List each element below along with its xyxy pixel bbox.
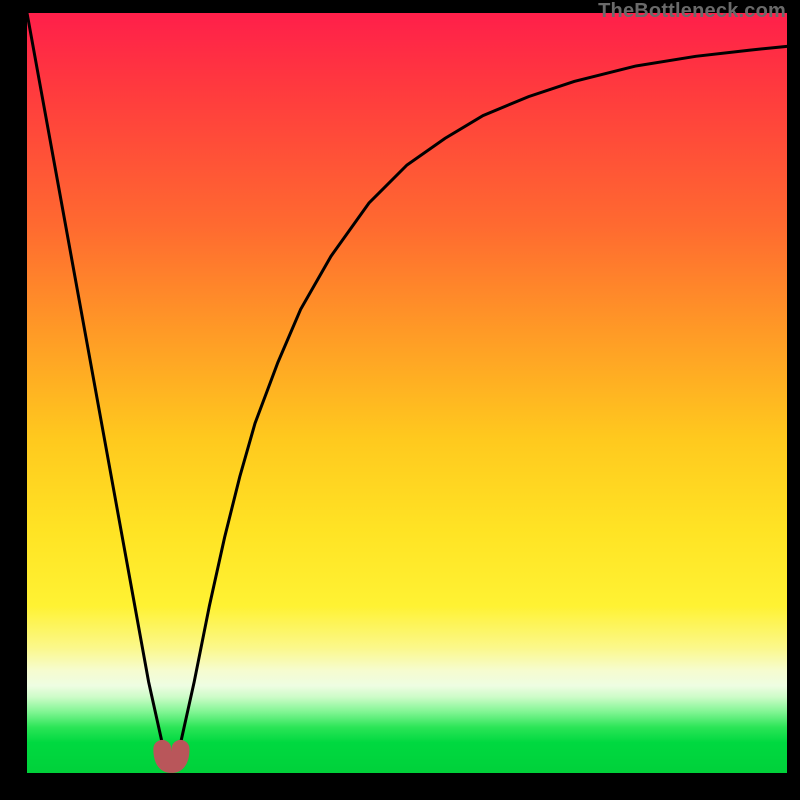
chart-frame: TheBottleneck.com	[0, 0, 800, 800]
optimum-marker	[27, 13, 787, 773]
marker-path	[162, 749, 180, 764]
watermark-label: TheBottleneck.com	[598, 0, 786, 23]
plot-area	[27, 13, 787, 773]
